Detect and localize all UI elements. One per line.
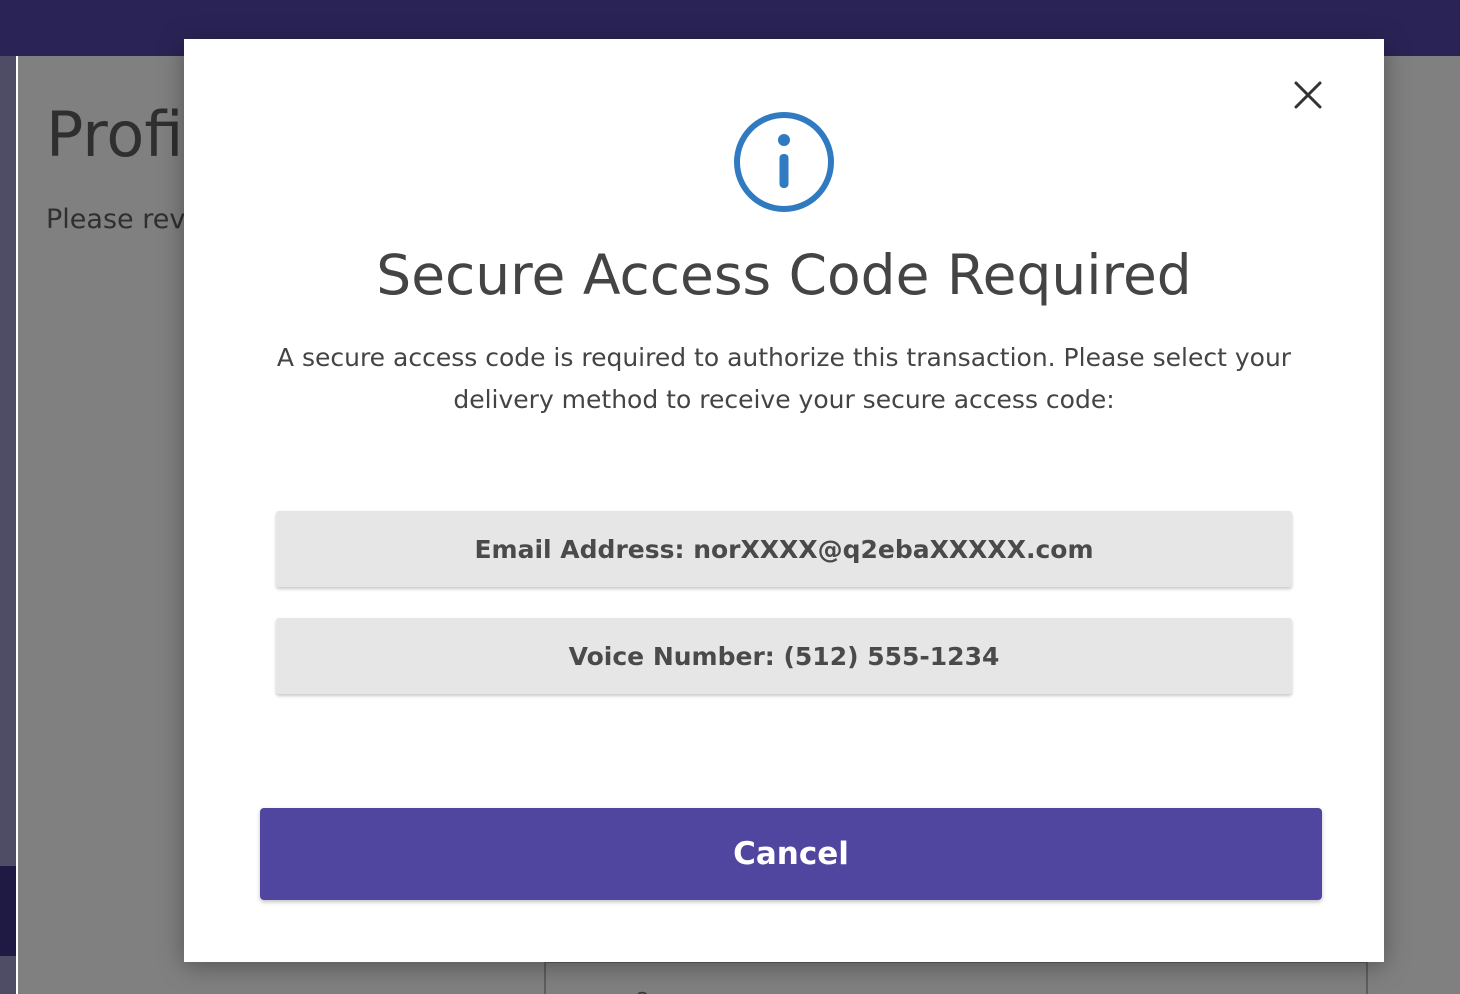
- close-button[interactable]: [1288, 75, 1328, 115]
- background-card-text: a: [636, 985, 649, 994]
- page-subtitle: Please revi: [46, 204, 193, 235]
- voice-delivery-button[interactable]: Voice Number: (512) 555-1234: [276, 618, 1292, 694]
- secure-access-code-dialog: Secure Access Code Required A secure acc…: [184, 39, 1384, 962]
- cancel-button[interactable]: Cancel: [260, 808, 1322, 900]
- info-circle-icon: [732, 110, 836, 214]
- background-card: a: [544, 961, 1368, 994]
- close-icon: [1294, 81, 1322, 109]
- dialog-description: A secure access code is required to auth…: [276, 343, 1292, 414]
- page-title: Profil: [46, 98, 201, 171]
- sidebar-rail: [0, 56, 16, 994]
- sidebar-active-item: [0, 866, 16, 956]
- dialog-title: Secure Access Code Required: [376, 243, 1192, 307]
- email-delivery-button[interactable]: Email Address: norXXXX@q2ebaXXXXX.com: [276, 511, 1292, 587]
